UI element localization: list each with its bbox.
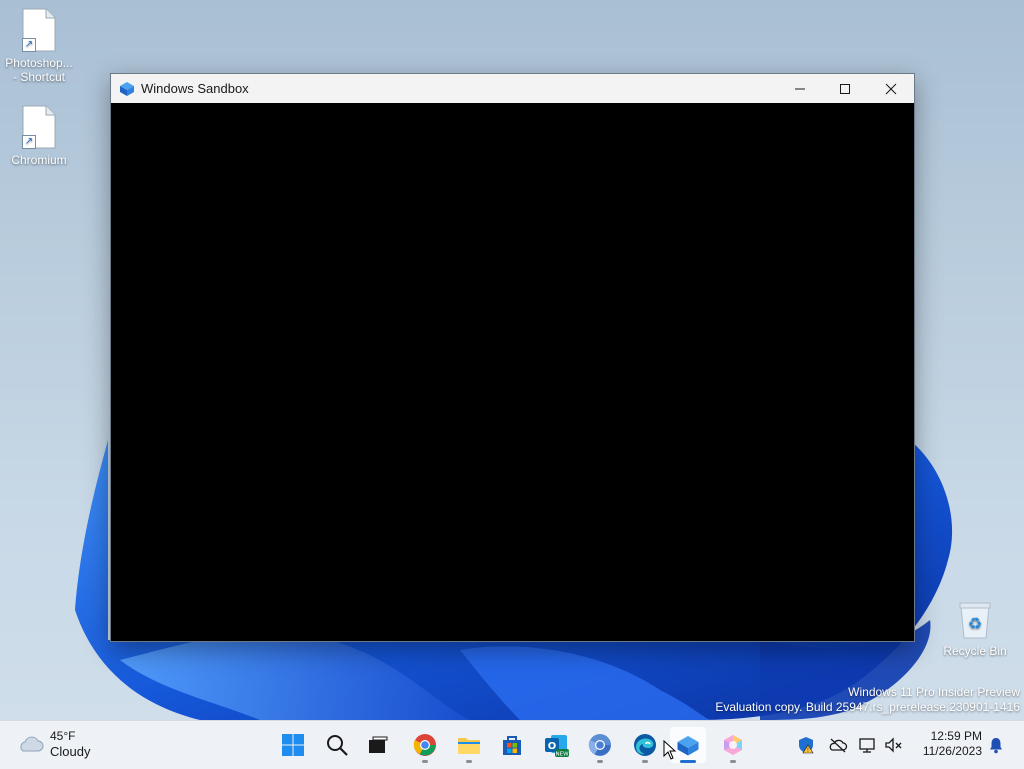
clock-time: 12:59 PM	[930, 729, 982, 743]
network-tray-button[interactable]	[858, 735, 878, 755]
network-ethernet-icon	[859, 738, 875, 753]
sandbox-client-area[interactable]	[111, 103, 914, 641]
weather-condition: Cloudy	[50, 744, 91, 759]
sandbox-window[interactable]: Windows Sandbox	[110, 73, 915, 642]
minimize-button[interactable]	[777, 74, 823, 103]
notifications-button[interactable]	[986, 735, 1006, 755]
file-icon: ↗	[22, 105, 56, 149]
desktop-icon-photoshop-shortcut[interactable]: ↗ Photoshop... - Shortcut	[1, 8, 77, 84]
task-view-button[interactable]	[360, 727, 396, 763]
chromium-icon	[588, 734, 611, 756]
taskbar-microsoft-store[interactable]	[494, 727, 530, 763]
taskbar: 45°F Cloudy O NEW ! 12:59 PM 11/26/2023	[0, 720, 1024, 769]
taskbar-outlook-new[interactable]: O NEW	[538, 727, 574, 763]
evaluation-watermark: Windows 11 Pro Insider Preview Evaluatio…	[715, 685, 1020, 715]
desktop-icon-label: - Shortcut	[12, 70, 66, 84]
cloud-icon	[20, 736, 44, 752]
task-view-icon	[369, 736, 388, 753]
mouse-cursor-icon	[663, 740, 677, 760]
volume-tray-button[interactable]	[884, 735, 904, 755]
close-button[interactable]	[868, 74, 914, 103]
microsoft-store-icon	[503, 736, 521, 755]
svg-text:!: !	[807, 747, 809, 754]
clock-date: 11/26/2023	[922, 744, 982, 758]
close-icon	[885, 83, 897, 94]
recycle-bin-icon: ♻	[957, 600, 993, 640]
start-icon	[282, 734, 304, 756]
running-indicator	[466, 760, 472, 763]
desktop-icon-label: Photoshop...	[5, 56, 73, 70]
watermark-line: Evaluation copy. Build 25947.rs_prerelea…	[715, 700, 1020, 714]
weather-widget[interactable]: 45°F Cloudy	[16, 729, 90, 759]
shortcut-arrow-icon: ↗	[22, 38, 36, 52]
window-title: Windows Sandbox	[141, 81, 249, 96]
window-titlebar[interactable]: Windows Sandbox	[111, 74, 914, 103]
running-indicator	[597, 760, 603, 763]
onedrive-tray-button[interactable]	[828, 735, 848, 755]
file-explorer-icon	[458, 738, 480, 754]
running-indicator	[730, 760, 736, 763]
desktop-icon-label: Recycle Bin	[943, 644, 1007, 658]
bell-icon	[990, 738, 1002, 754]
copilot-icon	[724, 735, 742, 755]
taskbar-clock[interactable]: 12:59 PM 11/26/2023	[912, 729, 982, 759]
shortcut-arrow-icon: ↗	[22, 135, 36, 149]
maximize-icon	[840, 83, 850, 94]
start-button[interactable]	[275, 727, 311, 763]
watermark-line: Windows 11 Pro Insider Preview	[848, 685, 1020, 699]
desktop-icon-label: Chromium	[11, 153, 67, 167]
desktop-icon-recycle-bin[interactable]: ♻ Recycle Bin	[937, 600, 1013, 658]
windows-sandbox-icon	[677, 736, 699, 756]
volume-muted-icon	[885, 737, 902, 753]
weather-temp: 45°F	[50, 729, 76, 743]
taskbar-copilot[interactable]	[715, 727, 751, 763]
minimize-icon	[795, 88, 805, 89]
taskbar-chrome[interactable]	[407, 727, 443, 763]
running-indicator	[422, 760, 428, 763]
search-icon	[327, 735, 348, 756]
security-tray-button[interactable]: !	[796, 735, 816, 755]
taskbar-edge[interactable]	[627, 727, 663, 763]
svg-text:O: O	[548, 741, 557, 752]
windows-sandbox-icon	[120, 81, 134, 96]
cloud-offline-icon	[829, 738, 848, 753]
taskbar-chromium[interactable]	[582, 727, 618, 763]
desktop-icon-chromium[interactable]: ↗ Chromium	[1, 105, 77, 167]
file-icon: ↗	[22, 8, 56, 52]
active-indicator	[680, 760, 696, 763]
chrome-icon	[413, 734, 436, 756]
outlook-new-icon: O NEW	[545, 735, 569, 758]
shield-warning-icon: !	[799, 737, 814, 754]
search-button[interactable]	[319, 727, 355, 763]
svg-text:NEW: NEW	[555, 752, 569, 758]
svg-text:♻: ♻	[968, 616, 982, 633]
running-indicator	[642, 760, 648, 763]
maximize-button[interactable]	[822, 74, 868, 103]
edge-icon	[634, 734, 656, 756]
taskbar-file-explorer[interactable]	[451, 727, 487, 763]
